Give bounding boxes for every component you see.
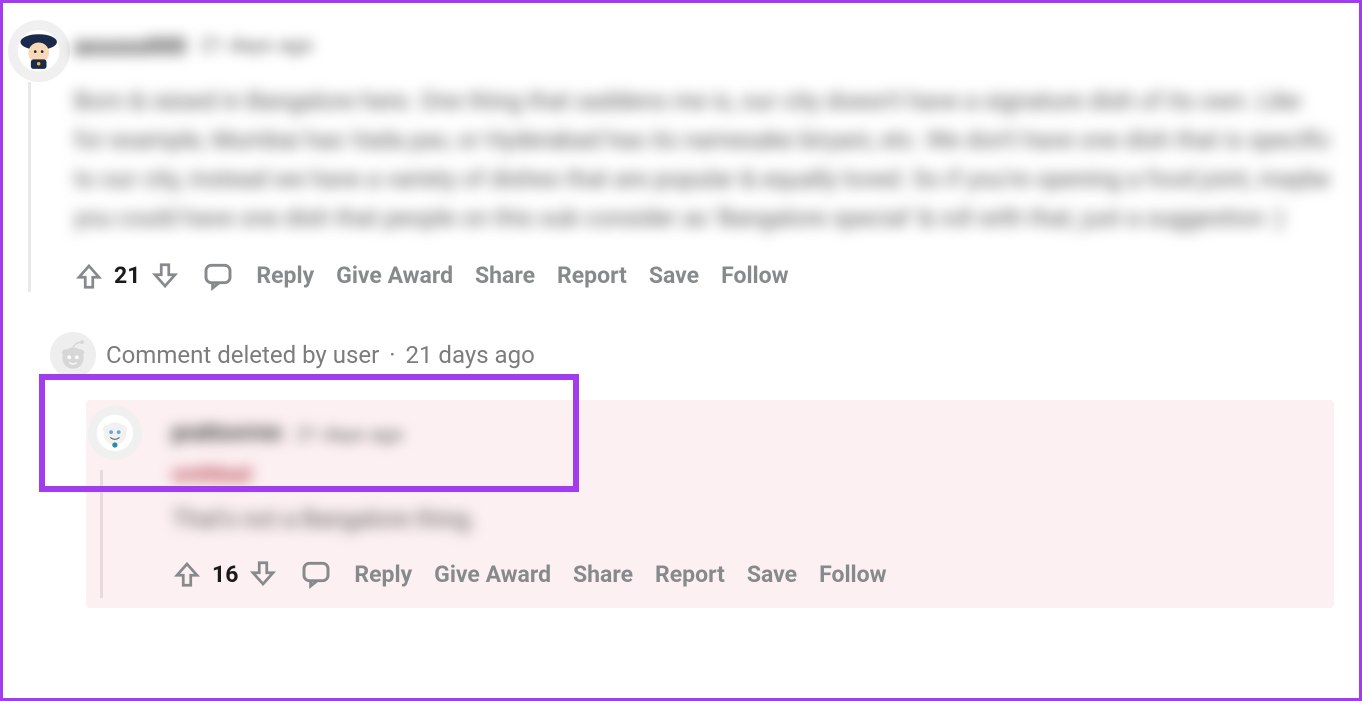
vote-group: 21 xyxy=(74,261,180,291)
vote-score: 16 xyxy=(212,561,238,588)
downvote-button[interactable] xyxy=(248,559,278,589)
deleted-comment: Comment deleted by user · 21 days ago xyxy=(28,322,1334,609)
comment-actions: 16 Reply Give Award Share Report Save Fo… xyxy=(172,558,1322,590)
snoo-placeholder-icon xyxy=(54,336,92,374)
username[interactable]: assoss000 xyxy=(74,33,186,60)
avatar-placeholder xyxy=(50,332,96,378)
upvote-button[interactable] xyxy=(172,559,202,589)
comment-body: That's not a Bangalore thing. xyxy=(172,500,1322,539)
comment-actions: 21 Reply Give Award Share Report Save Fo… xyxy=(74,260,1334,292)
reply-button[interactable]: Reply xyxy=(256,262,314,289)
arrow-up-icon xyxy=(74,261,104,291)
avatar[interactable] xyxy=(88,406,142,460)
separator: · xyxy=(389,341,395,369)
avatar[interactable] xyxy=(8,20,70,82)
give-award-button[interactable]: Give Award xyxy=(336,262,453,289)
user-flair: smthbad xyxy=(172,462,251,486)
vote-group: 16 xyxy=(172,559,278,589)
arrow-down-icon xyxy=(150,261,180,291)
thread-line xyxy=(28,82,31,292)
comment-thread: assoss000 21 days ago Born & raised in B… xyxy=(0,0,1362,608)
share-button[interactable]: Share xyxy=(573,561,633,588)
arrow-up-icon xyxy=(172,559,202,589)
comment-icon-button[interactable] xyxy=(300,558,332,590)
comment: assoss000 21 days ago Born & raised in B… xyxy=(28,18,1334,292)
username[interactable]: prattsvrrnn xyxy=(172,421,282,446)
report-button[interactable]: Report xyxy=(557,262,627,289)
share-button[interactable]: Share xyxy=(475,262,535,289)
arrow-down-icon xyxy=(248,559,278,589)
speech-bubble-icon xyxy=(300,558,332,590)
timestamp: 21 days ago xyxy=(200,34,313,58)
report-button[interactable]: Report xyxy=(655,561,725,588)
thread-line xyxy=(100,470,103,599)
timestamp: 21 days ago xyxy=(296,422,404,446)
comment-header: prattsvrrnn 21 days ago xyxy=(172,410,1322,458)
vote-score: 21 xyxy=(114,262,140,289)
reply-button[interactable]: Reply xyxy=(354,561,412,588)
speech-bubble-icon xyxy=(202,260,234,292)
save-button[interactable]: Save xyxy=(649,262,699,289)
downvote-button[interactable] xyxy=(150,261,180,291)
give-award-button[interactable]: Give Award xyxy=(434,561,551,588)
nested-comment: prattsvrrnn 21 days ago smthbad That's n… xyxy=(86,400,1334,609)
deleted-label: Comment deleted by user xyxy=(106,341,379,369)
comment-header: assoss000 21 days ago xyxy=(74,18,1334,74)
follow-button[interactable]: Follow xyxy=(819,561,886,588)
upvote-button[interactable] xyxy=(74,261,104,291)
comment-body: Born & raised in Bangalore here. One thi… xyxy=(74,82,1334,238)
follow-button[interactable]: Follow xyxy=(721,262,788,289)
comment-icon-button[interactable] xyxy=(202,260,234,292)
save-button[interactable]: Save xyxy=(747,561,797,588)
deleted-timestamp: 21 days ago xyxy=(406,341,535,369)
avatar-custom-icon xyxy=(17,29,60,72)
avatar-custom-icon xyxy=(96,414,134,452)
